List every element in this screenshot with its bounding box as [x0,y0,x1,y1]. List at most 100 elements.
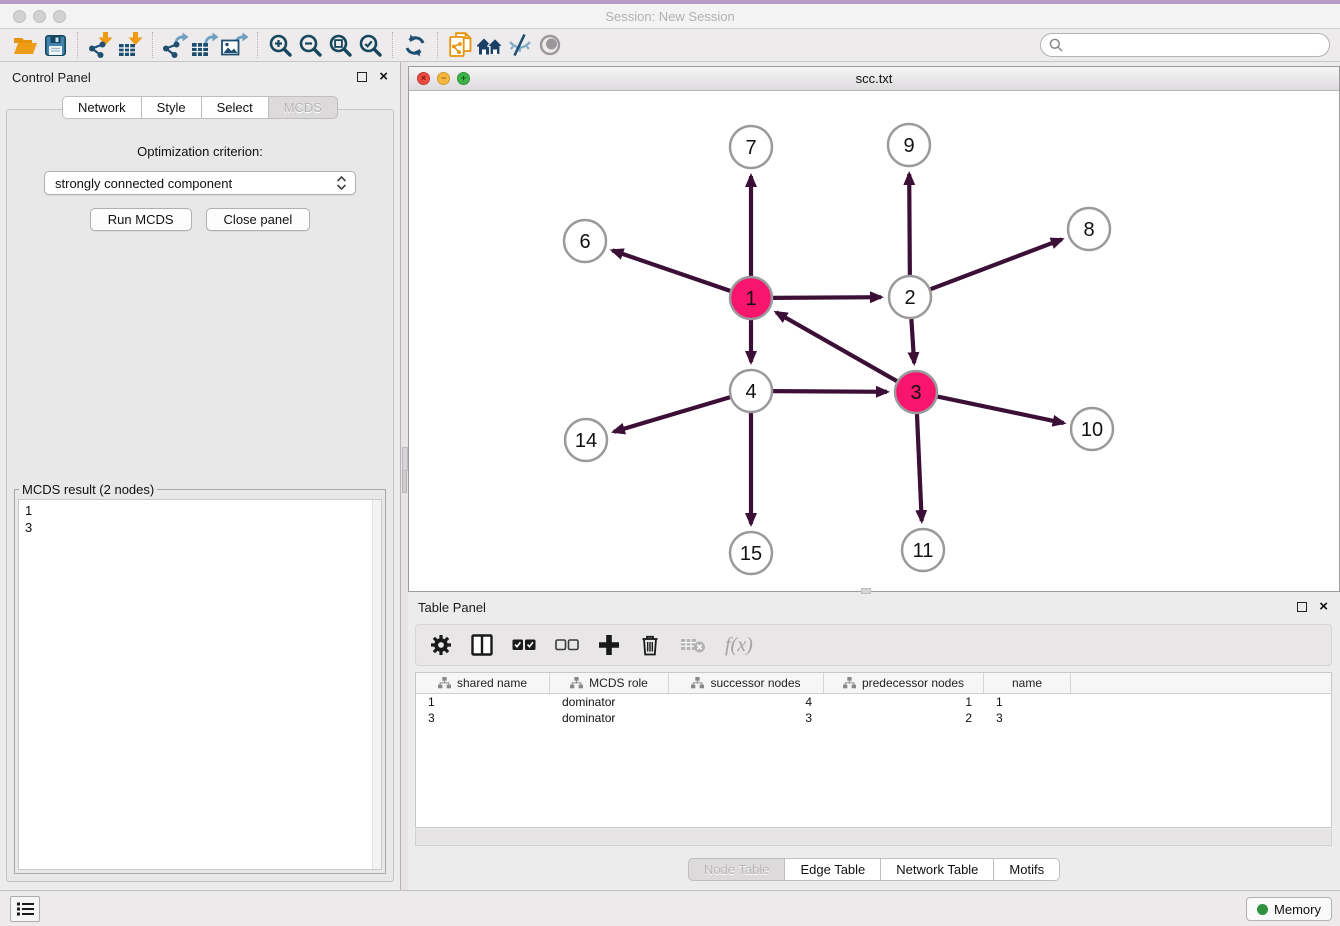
close-panel-button-inner[interactable]: Close panel [206,208,311,231]
graph-node-label: 2 [904,287,915,309]
zoom-out-icon [298,33,322,57]
mcds-result-box[interactable]: 1 3 [18,499,382,870]
dropdown-stepper-icon [336,176,347,190]
window-minimize-button[interactable] [33,10,46,23]
export-network-button[interactable] [160,31,190,59]
column-header-successor-nodes[interactable]: successor nodes [669,673,824,693]
table-panel-title: Table Panel [418,600,486,615]
graph-edge-3-11[interactable] [917,414,922,521]
vertical-splitter[interactable] [401,62,408,890]
deselect-all-columns-button[interactable] [555,639,579,651]
run-mcds-button[interactable]: Run MCDS [90,208,192,231]
window-zoom-button[interactable] [53,10,66,23]
column-header-MCDS-role[interactable]: MCDS role [550,673,669,693]
graph-edge-2-9[interactable] [909,174,910,275]
show-all-button[interactable] [535,31,565,59]
table-hscrollbar[interactable] [415,829,1332,846]
mcds-result-legend: MCDS result (2 nodes) [19,482,157,497]
zoom-in-button[interactable] [265,31,295,59]
zoom-fit-button[interactable] [325,31,355,59]
column-header-predecessor-nodes[interactable]: predecessor nodes [824,673,984,693]
import-network-button[interactable] [85,31,115,59]
export-table-button[interactable] [190,31,220,59]
tab-style[interactable]: Style [142,96,202,119]
network-minimize-button[interactable]: − [437,72,450,85]
network-zoom-button[interactable]: + [457,72,470,85]
graph-edge-1-2[interactable] [773,297,881,298]
graph-node-label: 4 [745,381,756,403]
function-builder-button[interactable]: f(x) [725,634,753,657]
copy-network-button[interactable] [445,31,475,59]
column-header-name[interactable]: name [984,673,1071,693]
close-panel-button[interactable]: × [379,72,388,82]
memory-button[interactable]: Memory [1246,897,1332,921]
network-titlebar: × − + scc.txt [409,67,1339,91]
delete-table-button[interactable] [680,636,706,654]
window-title: Session: New Session [0,4,1340,29]
delete-table-icon [680,636,706,654]
tab-motifs[interactable]: Motifs [994,858,1060,881]
table-cell[interactable]: 3 [984,711,1071,725]
left-splitter-grip[interactable] [402,447,408,471]
export-table-icon [191,32,219,58]
graph-edge-2-3[interactable] [911,319,914,363]
graph-edge-2-8[interactable] [931,239,1062,289]
status-bar: Memory [0,890,1340,926]
task-history-button[interactable] [10,896,40,922]
hide-selected-button[interactable] [505,31,535,59]
optimization-criterion-select[interactable]: strongly connected component [44,171,356,195]
table-row[interactable]: 3dominator323 [416,710,1331,726]
open-session-button[interactable] [10,31,40,59]
search-input[interactable] [1068,38,1321,53]
graph-edge-4-14[interactable] [614,397,730,431]
network-canvas[interactable]: 7968124314101511 [409,91,1339,591]
tab-edge-table[interactable]: Edge Table [785,858,881,881]
tab-network[interactable]: Network [62,96,142,119]
float-panel-button[interactable] [357,72,367,82]
table-cell[interactable]: 2 [824,711,984,725]
float-table-panel-button[interactable] [1297,602,1307,612]
column-header-shared-name[interactable]: shared name [416,673,550,693]
graph-edge-4-3[interactable] [773,391,887,392]
graph-edge-3-1[interactable] [776,312,897,381]
close-table-panel-button[interactable]: × [1319,602,1328,612]
column-header-label: MCDS role [589,676,648,690]
plus-icon [598,634,620,656]
tab-select[interactable]: Select [202,96,269,119]
import-table-button[interactable] [115,31,145,59]
tab-mcds[interactable]: MCDS [269,96,338,119]
table-settings-button[interactable] [430,634,452,656]
search-icon [1049,38,1063,52]
graph-edge-1-6[interactable] [612,250,730,290]
table-cell[interactable]: 3 [669,711,824,725]
refresh-button[interactable] [400,31,430,59]
tab-network-table[interactable]: Network Table [881,858,994,881]
zoom-out-button[interactable] [295,31,325,59]
zoom-selected-button[interactable] [355,31,385,59]
export-image-icon [221,32,249,58]
table-cell[interactable]: 1 [416,695,550,709]
first-neighbors-button[interactable] [475,31,505,59]
fx-icon: f(x) [725,634,753,657]
table-cell[interactable]: dominator [550,695,669,709]
export-image-button[interactable] [220,31,250,59]
create-column-button[interactable] [598,634,620,656]
graph-edge-3-10[interactable] [938,397,1064,424]
tab-node-table[interactable]: Node Table [688,858,786,881]
table-cell[interactable]: 3 [416,711,550,725]
save-session-button[interactable] [40,31,70,59]
delete-column-button[interactable] [639,634,661,656]
result-scrollbar[interactable] [372,500,381,869]
search-field[interactable] [1040,33,1330,57]
table-cell[interactable]: 1 [824,695,984,709]
window-close-button[interactable] [13,10,26,23]
table-cell[interactable]: 4 [669,695,824,709]
graph-node-label: 10 [1081,419,1103,441]
table-cell[interactable]: dominator [550,711,669,725]
select-all-columns-button[interactable] [512,639,536,651]
show-columns-button[interactable] [471,634,493,656]
network-close-button[interactable]: × [417,72,430,85]
table-header-row: shared name MCDS role successor nodesprede… [416,673,1331,694]
table-cell[interactable]: 1 [984,695,1071,709]
table-row[interactable]: 1dominator411 [416,694,1331,710]
